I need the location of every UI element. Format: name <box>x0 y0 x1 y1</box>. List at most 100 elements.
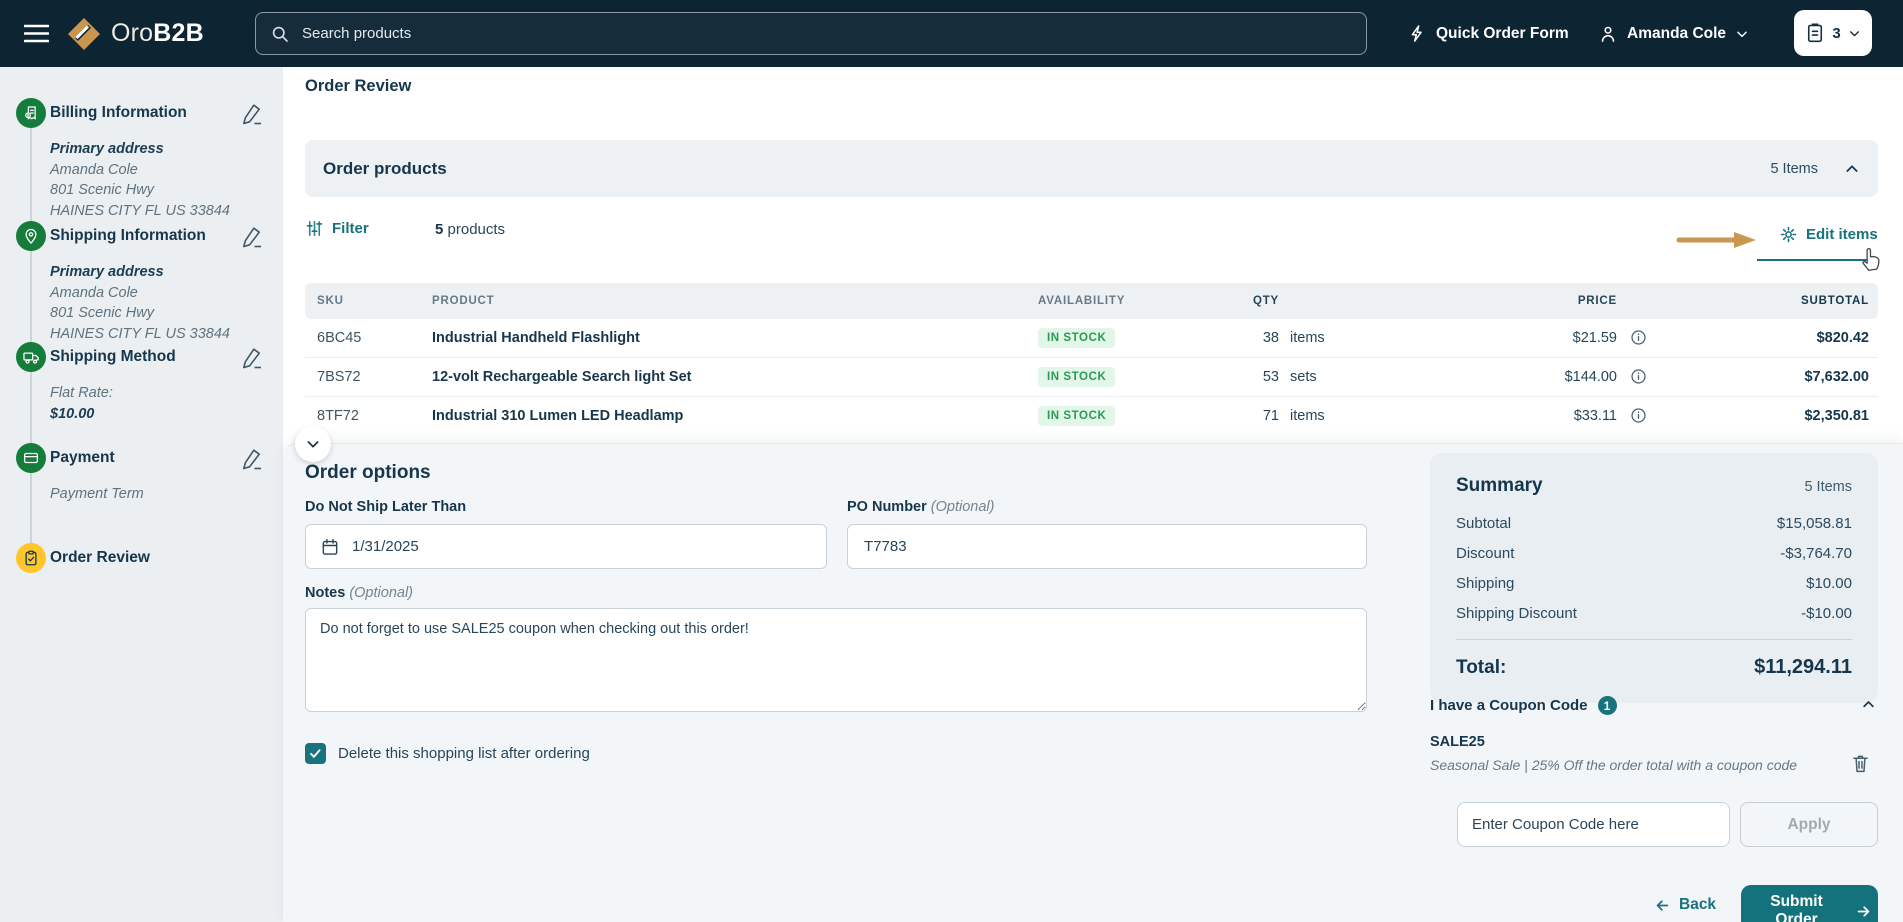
top-navbar: OroB2B Quick Order Form <box>0 0 1903 67</box>
po-number-input[interactable] <box>862 537 1352 556</box>
column-header-qty: QTY <box>1252 295 1279 307</box>
chevron-up-icon[interactable] <box>1861 697 1876 712</box>
hamburger-icon[interactable] <box>24 24 49 43</box>
summary-value: $15,058.81 <box>1776 515 1852 532</box>
lightning-icon <box>1408 24 1427 43</box>
checkout-steps-sidebar: Billing Information Primary address Aman… <box>0 67 283 922</box>
product-search-bar <box>255 12 1367 55</box>
product-price: $21.59 <box>1572 330 1617 346</box>
step-title: Shipping Information <box>50 227 206 244</box>
arrow-right-icon <box>1855 903 1872 920</box>
applied-coupon-description: Seasonal Sale | 25% Off the order total … <box>1430 757 1798 773</box>
availability-badge: IN STOCK <box>1038 406 1116 426</box>
product-name-link[interactable]: 12-volt Rechargeable Search light Set <box>432 358 691 396</box>
summary-title: Summary <box>1456 475 1543 496</box>
cursor-hand-icon <box>1859 243 1887 273</box>
step-title: Billing Information <box>50 104 187 121</box>
truck-icon <box>16 342 46 372</box>
chevron-up-icon[interactable] <box>1844 161 1860 177</box>
summary-row: Discount -$3,764.70 <box>1456 545 1852 562</box>
product-qty: 53 <box>1262 369 1279 385</box>
notes-label: Notes (Optional) <box>305 585 413 601</box>
user-menu[interactable]: Amanda Cole <box>1598 0 1749 67</box>
location-pin-icon <box>16 221 46 251</box>
info-icon[interactable] <box>1630 368 1647 385</box>
coupon-code-input[interactable] <box>1457 802 1730 847</box>
availability-badge: IN STOCK <box>1038 328 1116 348</box>
person-icon <box>1598 24 1618 44</box>
nav-left-group: OroB2B <box>24 0 204 67</box>
summary-label: Discount <box>1456 545 1515 562</box>
quick-order-form-link[interactable]: Quick Order Form <box>1408 0 1569 67</box>
products-count: 5 products <box>435 221 505 238</box>
step-title: Shipping Method <box>50 348 176 365</box>
address-line: 801 Scenic Hwy <box>50 305 154 321</box>
order-products-header[interactable]: Order products 5 Items <box>305 140 1878 197</box>
product-name-link[interactable]: Industrial 310 Lumen LED Headlamp <box>432 397 683 435</box>
apply-coupon-button[interactable]: Apply <box>1740 802 1878 847</box>
step-title: Payment <box>50 449 115 466</box>
billing-icon <box>16 98 46 128</box>
coupon-section-toggle[interactable]: I have a Coupon Code 1 <box>1430 696 1878 715</box>
arrow-left-icon <box>1654 897 1671 914</box>
summary-row: Shipping $10.00 <box>1456 575 1852 592</box>
edit-items-underline <box>1757 259 1869 261</box>
edit-pencil-icon[interactable] <box>240 101 264 125</box>
info-icon[interactable] <box>1630 329 1647 346</box>
back-label: Back <box>1679 896 1717 913</box>
info-icon[interactable] <box>1630 407 1647 424</box>
table-row: 7BS72 12-volt Rechargeable Search light … <box>305 358 1878 397</box>
back-button[interactable]: Back <box>1654 896 1716 914</box>
applied-coupon-code: SALE25 <box>1430 734 1485 750</box>
orob2b-logo[interactable]: OroB2B <box>67 17 204 51</box>
shipping-address: Primary address Amanda Cole 801 Scenic H… <box>50 262 230 344</box>
summary-label: Shipping <box>1456 575 1515 592</box>
user-name: Amanda Cole <box>1627 24 1727 42</box>
product-unit: items <box>1290 408 1325 424</box>
ship-date-label: Do Not Ship Later Than <box>305 499 467 515</box>
notes-textarea[interactable]: Do not forget to use SALE25 coupon when … <box>305 608 1367 712</box>
summary-divider <box>1456 639 1852 640</box>
po-number-field <box>847 524 1367 569</box>
calendar-icon[interactable] <box>320 537 340 557</box>
product-qty: 71 <box>1262 408 1279 424</box>
coupon-count-badge: 1 <box>1597 696 1617 715</box>
collapse-panel-button[interactable] <box>295 426 331 462</box>
page-title: Order Review <box>305 77 412 95</box>
product-qty: 38 <box>1262 330 1279 346</box>
table-row: 8TF72 Industrial 310 Lumen LED Headlamp … <box>305 397 1878 435</box>
in-stock-badge: IN STOCK <box>1038 367 1116 387</box>
logo-text: OroB2B <box>111 19 204 47</box>
trash-icon[interactable] <box>1850 752 1871 775</box>
total-value: $11,294.11 <box>1754 656 1852 678</box>
address-label: Primary address <box>50 141 164 157</box>
product-unit: sets <box>1290 369 1317 385</box>
submit-order-button[interactable]: Submit Order <box>1741 885 1878 922</box>
payment-method: Payment Term <box>50 486 144 502</box>
address-line: 801 Scenic Hwy <box>50 182 154 198</box>
product-subtotal: $7,632.00 <box>1804 369 1869 385</box>
filter-button[interactable]: Filter <box>305 219 369 238</box>
shopping-list-button[interactable]: 3 <box>1794 10 1872 56</box>
delete-list-checkbox[interactable] <box>305 743 326 764</box>
edit-pencil-icon[interactable] <box>240 345 264 369</box>
product-name-link[interactable]: Industrial Handheld Flashlight <box>432 319 640 357</box>
order-review-page: OroB2B Quick Order Form <box>0 0 1903 922</box>
filter-label: Filter <box>332 220 369 237</box>
edit-items-link[interactable]: Edit items <box>1779 225 1878 244</box>
products-count-word: products <box>443 221 506 238</box>
gear-icon <box>1779 225 1798 244</box>
edit-pencil-icon[interactable] <box>240 224 264 248</box>
address-line: HAINES CITY FL US 33844 <box>50 202 230 219</box>
ship-date-input[interactable] <box>350 537 812 556</box>
edit-pencil-icon[interactable] <box>240 446 264 470</box>
main-content: Order Review Order products 5 Items Filt… <box>283 67 1903 922</box>
in-stock-badge: IN STOCK <box>1038 406 1116 426</box>
order-products-title: Order products <box>323 158 447 178</box>
product-price: $33.11 <box>1573 408 1617 424</box>
products-table-header: SKU PRODUCT AVAILABILITY QTY PRICE SUBTO… <box>305 283 1878 319</box>
shipping-method-detail: Flat Rate: $10.00 <box>50 383 113 424</box>
search-input[interactable] <box>300 24 1352 43</box>
method-price: $10.00 <box>50 405 95 422</box>
chevron-down-icon <box>1735 27 1749 41</box>
